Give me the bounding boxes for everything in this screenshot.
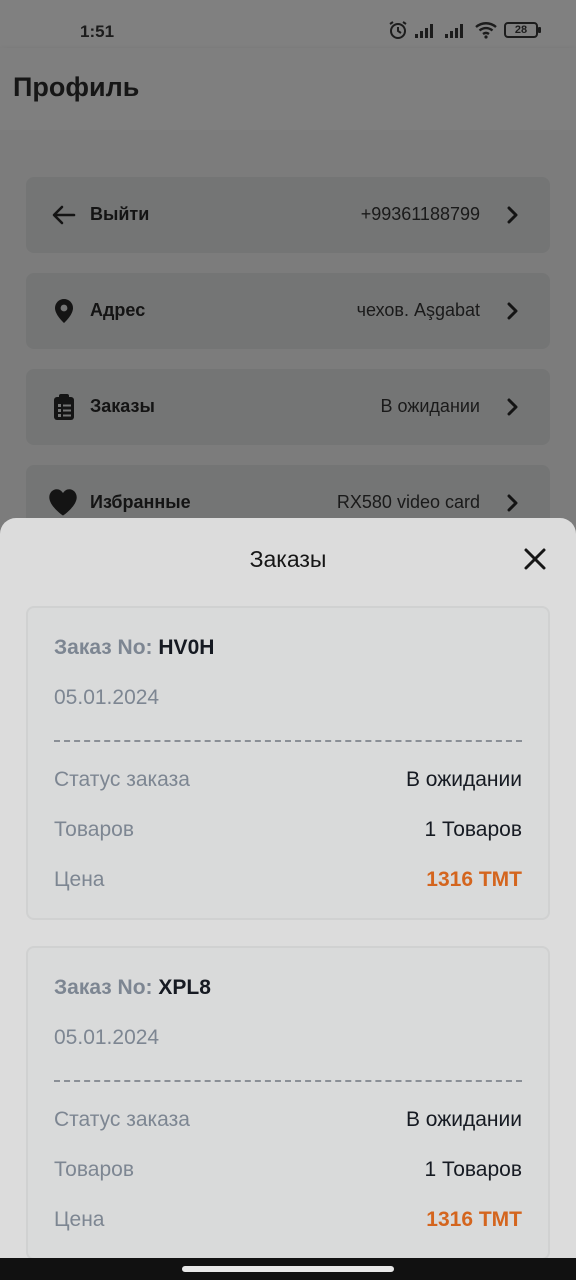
heart-icon: [49, 489, 77, 516]
chevron-right-icon: [507, 494, 518, 512]
sheet-title: Заказы: [249, 546, 327, 572]
chevron-right-icon: [507, 398, 518, 416]
signal-icon: [445, 24, 463, 38]
home-indicator[interactable]: [182, 1266, 394, 1272]
order-number-value: XPL8: [158, 976, 211, 999]
order-price-value: 1316 TMT: [426, 1208, 522, 1231]
divider: [54, 1080, 522, 1082]
wifi-icon: [475, 22, 497, 39]
menu-item-address[interactable]: Адрес чехов. Aşgabat: [26, 273, 550, 349]
order-items-label: Товаров: [54, 818, 134, 841]
divider: [54, 740, 522, 742]
app-bar: Профиль: [0, 48, 576, 130]
order-date: 05.01.2024: [54, 1026, 160, 1049]
menu-item-value: +99361188799: [360, 204, 480, 224]
menu-item-value: чехов. Aşgabat: [356, 300, 480, 320]
order-status-label: Статус заказа: [54, 768, 190, 791]
order-card[interactable]: Заказ No: HV0H 05.01.2024 Статус заказа …: [26, 606, 550, 920]
arrow-left-icon: [52, 205, 76, 225]
status-time: 1:51: [80, 22, 115, 41]
status-bar: 1:51 28: [0, 0, 576, 48]
system-nav-bar: [0, 1258, 576, 1280]
order-date: 05.01.2024: [54, 686, 160, 709]
chevron-right-icon: [507, 302, 518, 320]
alarm-icon: [389, 21, 407, 39]
menu-item-logout[interactable]: Выйти +99361188799: [26, 177, 550, 253]
status-icons: 28: [388, 20, 541, 40]
order-number-label: Заказ No:: [54, 976, 153, 999]
menu-item-label: Выйти: [90, 204, 150, 224]
order-price-label: Цена: [54, 1208, 105, 1231]
order-number-value: HV0H: [158, 636, 215, 659]
location-pin-icon: [55, 299, 73, 323]
order-items-value: 1 Товаров: [424, 818, 523, 841]
order-status-value: В ожидании: [405, 768, 522, 791]
page-title: Профиль: [13, 72, 140, 102]
order-price-value: 1316 TMT: [426, 868, 522, 891]
order-status-label: Статус заказа: [54, 1108, 190, 1131]
menu-item-value: В ожидании: [380, 396, 480, 416]
battery-level: 28: [514, 24, 528, 36]
order-number-label: Заказ No:: [54, 636, 153, 659]
signal-icon: [415, 24, 433, 38]
close-icon[interactable]: [522, 546, 548, 572]
clipboard-icon: [54, 394, 74, 420]
order-number: Заказ No: HV0H: [54, 636, 214, 660]
chevron-right-icon: [507, 206, 518, 224]
menu-item-label: Заказы: [90, 396, 155, 416]
order-price-label: Цена: [54, 868, 105, 891]
order-items-value: 1 Товаров: [424, 1158, 523, 1181]
battery-icon: 28: [504, 22, 541, 38]
orders-bottom-sheet: Заказы Заказ No: HV0H 05.01.2024 Статус …: [0, 518, 576, 1258]
menu-item-orders[interactable]: Заказы В ожидании: [26, 369, 550, 445]
order-items-label: Товаров: [54, 1158, 134, 1181]
order-status-value: В ожидании: [405, 1108, 522, 1131]
order-number: Заказ No: XPL8: [54, 976, 211, 1000]
menu-item-value: RX580 video card: [336, 492, 480, 512]
menu-item-label: Адрес: [90, 300, 146, 320]
menu-item-label: Избранные: [90, 492, 191, 512]
order-card[interactable]: Заказ No: XPL8 05.01.2024 Статус заказа …: [26, 946, 550, 1258]
